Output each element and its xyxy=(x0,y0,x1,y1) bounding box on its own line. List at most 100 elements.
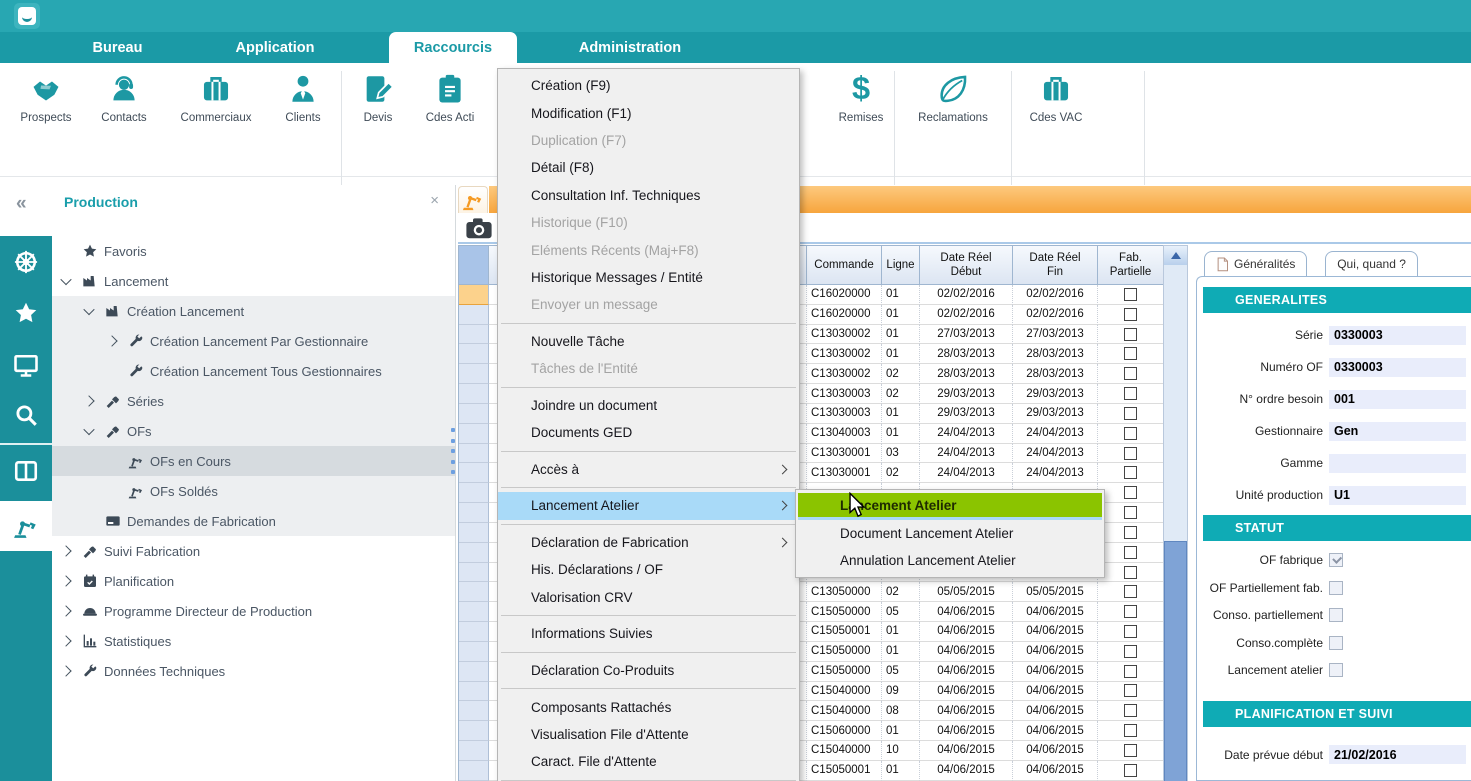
submenu-item-document-lancement-atelier[interactable]: Document Lancement Atelier xyxy=(798,520,1102,547)
tree-item-cr-ation-lancement-tous-gestionnaires[interactable]: Création Lancement Tous Gestionnaires xyxy=(52,356,455,386)
fab-partielle-checkbox[interactable] xyxy=(1124,645,1137,658)
menu-item-visualisation-file-d-attente[interactable]: Visualisation File d'Attente xyxy=(498,721,799,748)
detail-tab-g-n-ralit-s[interactable]: Généralités xyxy=(1204,251,1307,276)
ribbon-item-contacts[interactable]: Contacts xyxy=(74,70,174,124)
table-scrollbar[interactable] xyxy=(1163,245,1188,781)
status-checkbox[interactable] xyxy=(1329,636,1343,650)
tree-item-ofs-en-cours[interactable]: OFs en Cours xyxy=(52,446,455,476)
tree-item-cr-ation-lancement-par-gestionnaire[interactable]: Création Lancement Par Gestionnaire xyxy=(52,326,455,356)
fab-partielle-checkbox[interactable] xyxy=(1124,308,1137,321)
tree-item-ofs-sold-s[interactable]: OFs Soldés xyxy=(52,476,455,506)
fab-partielle-checkbox[interactable] xyxy=(1124,526,1137,539)
fab-partielle-checkbox[interactable] xyxy=(1124,506,1137,519)
main-tab-application[interactable]: Application xyxy=(205,32,345,63)
field-value[interactable]: 0330003 xyxy=(1329,358,1466,377)
fab-partielle-checkbox[interactable] xyxy=(1124,605,1137,618)
menu-item-nouvelle-t-che[interactable]: Nouvelle Tâche xyxy=(498,328,799,355)
fab-partielle-checkbox[interactable] xyxy=(1124,625,1137,638)
column-header[interactable]: Date Réel Fin xyxy=(1013,245,1098,285)
field-value[interactable]: Gen xyxy=(1329,422,1466,441)
menu-item-consultation-inf-techniques[interactable]: Consultation Inf. Techniques xyxy=(498,182,799,209)
main-tab-administration[interactable]: Administration xyxy=(556,32,704,63)
fab-partielle-checkbox[interactable] xyxy=(1124,486,1137,499)
status-checkbox[interactable] xyxy=(1329,553,1343,567)
menu-item-documents-ged[interactable]: Documents GED xyxy=(498,419,799,446)
status-checkbox[interactable] xyxy=(1329,663,1343,677)
field-value[interactable]: U1 xyxy=(1329,486,1466,505)
menu-item-d-claration-de-fabrication[interactable]: Déclaration de Fabrication xyxy=(498,529,799,556)
menu-item-d-claration-co-produits[interactable]: Déclaration Co-Produits xyxy=(498,657,799,684)
fab-partielle-checkbox[interactable] xyxy=(1124,684,1137,697)
fab-partielle-checkbox[interactable] xyxy=(1124,744,1137,757)
ribbon-item-cdes-vac[interactable]: Cdes VAC xyxy=(1006,70,1106,124)
menu-item-acc-s-[interactable]: Accès à xyxy=(498,456,799,483)
column-header[interactable]: Commande xyxy=(807,245,882,285)
chevron-closed-icon[interactable] xyxy=(106,335,117,346)
menu-item-modification-f1-[interactable]: Modification (F1) xyxy=(498,99,799,126)
tree-item-favoris[interactable]: Favoris xyxy=(52,236,455,266)
tree-item-demandes-de-fabrication[interactable]: Demandes de Fabrication xyxy=(52,506,455,536)
rail-ship-wheel-icon[interactable] xyxy=(0,237,52,287)
field-value[interactable]: 0330003 xyxy=(1329,326,1466,345)
fab-partielle-checkbox[interactable] xyxy=(1124,566,1137,579)
main-tab-bureau[interactable]: Bureau xyxy=(60,32,175,63)
main-tab-raccourcis[interactable]: Raccourcis xyxy=(389,32,517,63)
chevron-closed-icon[interactable] xyxy=(60,575,71,586)
tree-item-s-ries[interactable]: Séries xyxy=(52,386,455,416)
sidebar-splitter[interactable] xyxy=(455,185,456,781)
fab-partielle-checkbox[interactable] xyxy=(1124,447,1137,460)
tree-item-donn-es-techniques[interactable]: Données Techniques xyxy=(52,656,455,686)
menu-item-envoyer-un-message[interactable]: Envoyer un message xyxy=(498,291,799,318)
menu-item-his-d-clarations-of[interactable]: His. Déclarations / OF xyxy=(498,556,799,583)
fab-partielle-checkbox[interactable] xyxy=(1124,367,1137,380)
menu-item-joindre-un-document[interactable]: Joindre un document xyxy=(498,392,799,419)
fab-partielle-checkbox[interactable] xyxy=(1124,466,1137,479)
chevron-open-icon[interactable] xyxy=(83,304,94,315)
rail-columns-icon[interactable] xyxy=(0,446,52,496)
ribbon-item-cdes-acti[interactable]: Cdes Acti xyxy=(400,70,500,124)
tree-item-programme-directeur-de-production[interactable]: Programme Directeur de Production xyxy=(52,596,455,626)
chevron-open-icon[interactable] xyxy=(83,424,94,435)
sidebar-collapse-button[interactable]: « xyxy=(16,193,27,215)
menu-item-el-ments-r-cents-maj-f8-[interactable]: Eléments Récents (Maj+F8) xyxy=(498,236,799,263)
fab-partielle-checkbox[interactable] xyxy=(1124,288,1137,301)
status-checkbox[interactable] xyxy=(1329,581,1343,595)
column-header[interactable]: Fab. Partielle xyxy=(1098,245,1164,285)
menu-item-duplication-f7-[interactable]: Duplication (F7) xyxy=(498,127,799,154)
menu-item-valorisation-crv[interactable]: Valorisation CRV xyxy=(498,584,799,611)
ribbon-item-remises[interactable]: $Remises xyxy=(811,70,911,124)
ribbon-item-commerciaux[interactable]: Commerciaux xyxy=(166,70,266,124)
fab-partielle-checkbox[interactable] xyxy=(1124,665,1137,678)
sidebar-close-icon[interactable]: × xyxy=(430,192,439,209)
status-checkbox[interactable] xyxy=(1329,608,1343,622)
tree-item-suivi-fabrication[interactable]: Suivi Fabrication xyxy=(52,536,455,566)
fab-partielle-checkbox[interactable] xyxy=(1124,546,1137,559)
rail-monitor-icon[interactable] xyxy=(0,340,52,390)
app-logo-icon[interactable] xyxy=(14,3,40,29)
scroll-up-icon[interactable] xyxy=(1164,246,1187,265)
splitter-handle[interactable] xyxy=(451,428,457,474)
chevron-closed-icon[interactable] xyxy=(60,635,71,646)
field-value[interactable] xyxy=(1329,454,1466,473)
fab-partielle-checkbox[interactable] xyxy=(1124,704,1137,717)
rail-star-icon[interactable] xyxy=(0,288,52,338)
fab-partielle-checkbox[interactable] xyxy=(1124,407,1137,420)
menu-item-lancement-atelier[interactable]: Lancement Atelier xyxy=(498,492,799,519)
menu-item-informations-suivies[interactable]: Informations Suivies xyxy=(498,620,799,647)
fab-partielle-checkbox[interactable] xyxy=(1124,724,1137,737)
submenu-item-annulation-lancement-atelier[interactable]: Annulation Lancement Atelier xyxy=(798,547,1102,574)
scrollbar-thumb[interactable] xyxy=(1164,541,1187,781)
fab-partielle-checkbox[interactable] xyxy=(1124,585,1137,598)
menu-item-cr-ation-f9-[interactable]: Création (F9) xyxy=(498,72,799,99)
menu-item-t-ches-de-l-entit-[interactable]: Tâches de l'Entité xyxy=(498,355,799,382)
field-value[interactable]: 001 xyxy=(1329,390,1466,409)
chevron-open-icon[interactable] xyxy=(60,274,71,285)
menu-item-historique-messages-entit-[interactable]: Historique Messages / Entité xyxy=(498,264,799,291)
document-tab-robot-arm-icon[interactable] xyxy=(458,186,488,213)
fab-partielle-checkbox[interactable] xyxy=(1124,347,1137,360)
fab-partielle-checkbox[interactable] xyxy=(1124,387,1137,400)
fab-partielle-checkbox[interactable] xyxy=(1124,328,1137,341)
fab-partielle-checkbox[interactable] xyxy=(1124,764,1137,777)
menu-item-caract-file-d-attente[interactable]: Caract. File d'Attente xyxy=(498,748,799,775)
rail-search-icon[interactable] xyxy=(0,390,52,440)
